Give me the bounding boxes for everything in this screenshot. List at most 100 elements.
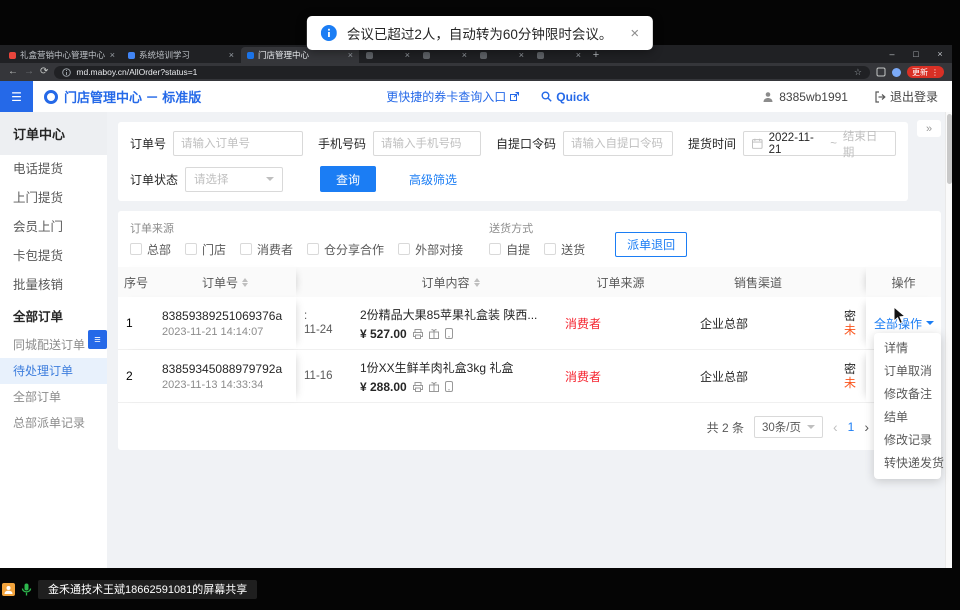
sort-icon[interactable] (474, 278, 480, 287)
calendar-icon (752, 138, 763, 149)
site-info-icon[interactable] (62, 68, 71, 77)
tab-close-icon[interactable]: × (110, 50, 115, 60)
all-actions-dropdown-trigger[interactable]: 全部操作 (874, 315, 933, 332)
checkbox-self-pickup[interactable]: 自提 (489, 241, 530, 258)
page-size-select[interactable]: 30条/页 (754, 416, 823, 438)
menu-item-edit-remark[interactable]: 修改备注 (874, 383, 941, 406)
gift-icon[interactable] (429, 329, 439, 339)
tab-close-icon[interactable]: × (576, 50, 581, 60)
user-icon (762, 91, 774, 103)
menu-dots-icon: ⋮ (931, 68, 939, 77)
sidebar-item-batch-verify[interactable]: 批量核销 (0, 271, 107, 300)
checkbox-label: 消费者 (257, 241, 293, 258)
print-icon[interactable] (413, 329, 423, 339)
quick-search-link[interactable]: Quick (541, 90, 589, 104)
checkbox-external[interactable]: 外部对接 (398, 241, 463, 258)
next-page-button[interactable]: › (864, 419, 869, 435)
window-maximize-button[interactable]: □ (904, 45, 928, 63)
chrome-update-button[interactable]: 更新 ⋮ (907, 66, 944, 78)
hamburger-menu-button[interactable]: ☰ (0, 81, 33, 112)
search-button[interactable]: 查询 (320, 166, 376, 192)
menu-item-close-order[interactable]: 结单 (874, 406, 941, 429)
sidebar-item-card-pickup[interactable]: 卡包提货 (0, 242, 107, 271)
checkbox-delivery[interactable]: 送货 (544, 241, 585, 258)
dispatch-return-button[interactable]: 派单退回 (615, 232, 687, 257)
profile-avatar[interactable] (892, 68, 901, 77)
tab-close-icon[interactable]: × (348, 50, 353, 60)
reload-icon[interactable]: ⟳ (40, 67, 48, 77)
col-header-order-no[interactable]: 订单号 (154, 267, 296, 297)
gift-icon[interactable] (429, 382, 439, 392)
sidebar-drag-handle[interactable]: ≡ (88, 330, 107, 349)
phone-input[interactable] (373, 131, 481, 156)
cell-order-content: 1份XX生鲜羊肉礼盒3kg 礼盒 ¥ 288.00 (344, 350, 549, 402)
checkbox-hq[interactable]: 总部 (130, 241, 171, 258)
page-number-1[interactable]: 1 (848, 420, 855, 434)
order-no-input[interactable] (173, 131, 303, 156)
sidebar-item-door-pickup[interactable]: 上门提货 (0, 184, 107, 213)
scrollbar-thumb[interactable] (947, 114, 952, 184)
cell-pickup-time: : 11-24 (296, 297, 344, 349)
cell-order-source: 消费者 (549, 297, 684, 349)
print-icon[interactable] (413, 382, 423, 392)
browser-tab[interactable]: 礼盒营销中心管理中心 × (3, 47, 121, 63)
collapse-panel-button[interactable]: » (917, 120, 941, 137)
checkbox-icon (130, 243, 142, 255)
date-end-placeholder: 结束日期 (843, 128, 887, 160)
checkbox-label: 门店 (202, 241, 226, 258)
username: 8385wb1991 (779, 90, 848, 104)
browser-tab[interactable]: 系统培训学习 × (122, 47, 240, 63)
toast-close-icon[interactable]: × (630, 25, 639, 42)
menu-item-detail[interactable]: 详情 (874, 337, 941, 360)
checkbox-store[interactable]: 门店 (185, 241, 226, 258)
col-header-content[interactable]: 订单内容 (344, 267, 549, 297)
pickup-time-label: 提货时间 (688, 135, 736, 152)
url-input[interactable]: md.maboy.cn/AllOrder?status=1 ☆ (54, 66, 870, 79)
back-icon[interactable]: ← (8, 67, 18, 77)
coupon-query-entry-link[interactable]: 更快捷的券卡查询入口 (386, 88, 519, 105)
phone-icon[interactable] (445, 381, 453, 392)
date-range-picker[interactable]: 2022-11-21 ~ 结束日期 (743, 131, 896, 156)
sidebar-item-pending-orders[interactable]: 待处理订单 (0, 358, 107, 384)
microphone-icon[interactable] (21, 583, 32, 596)
sidebar-item-hq-dispatch-records[interactable]: 总部派单记录 (0, 410, 107, 436)
sidebar-item-phone-pickup[interactable]: 电话提货 (0, 155, 107, 184)
checkbox-warehouse-share[interactable]: 仓分享合作 (307, 241, 384, 258)
menu-item-cancel-order[interactable]: 订单取消 (874, 360, 941, 383)
window-close-button[interactable]: × (928, 45, 952, 63)
order-created-time: 2023-11-21 14:14:07 (162, 326, 288, 338)
chevron-down-icon (266, 177, 274, 181)
sidebar-group-all-orders[interactable]: 全部订单 (0, 302, 107, 332)
cell-order-source: 消费者 (549, 350, 684, 402)
orders-table: 序号 订单号 订单内容 (118, 267, 941, 403)
tab-close-icon[interactable]: × (462, 50, 467, 60)
tab-close-icon[interactable]: × (229, 50, 234, 60)
order-status-select[interactable]: 请选择 (185, 167, 283, 192)
tab-close-icon[interactable]: × (519, 50, 524, 60)
pickup-code-input[interactable] (563, 131, 673, 156)
checkbox-consumer[interactable]: 消费者 (240, 241, 293, 258)
advanced-filter-link[interactable]: 高级筛选 (409, 171, 457, 188)
menu-item-edit-history[interactable]: 修改记录 (874, 429, 941, 452)
sort-icon[interactable] (242, 278, 248, 287)
forward-icon[interactable]: → (24, 67, 34, 77)
window-minimize-button[interactable]: – (880, 45, 904, 63)
tab-favicon (537, 52, 544, 59)
tab-favicon (423, 52, 430, 59)
share-app-icon[interactable] (2, 583, 15, 596)
bookmark-star-icon[interactable]: ☆ (854, 67, 862, 78)
sidebar-item-all-orders[interactable]: 全部订单 (0, 384, 107, 410)
phone-icon[interactable] (445, 328, 453, 339)
user-account[interactable]: 8385wb1991 (762, 90, 848, 104)
extensions-icon[interactable] (876, 67, 886, 77)
menu-item-express-ship[interactable]: 转快递发货 (874, 452, 941, 475)
order-no-label: 订单号 (130, 135, 166, 152)
actions-dropdown-menu: 详情 订单取消 修改备注 结单 修改记录 转快递发货 (874, 333, 941, 479)
sidebar-item-member-visit[interactable]: 会员上门 (0, 213, 107, 242)
cell-order-no: 83859345088979792a 2023-11-13 14:33:34 (154, 350, 296, 402)
checkbox-label: 仓分享合作 (324, 241, 384, 258)
prev-page-button[interactable]: ‹ (833, 419, 838, 435)
tab-close-icon[interactable]: × (405, 50, 410, 60)
scrollbar[interactable] (945, 112, 952, 568)
logout-button[interactable]: 退出登录 (874, 88, 938, 105)
